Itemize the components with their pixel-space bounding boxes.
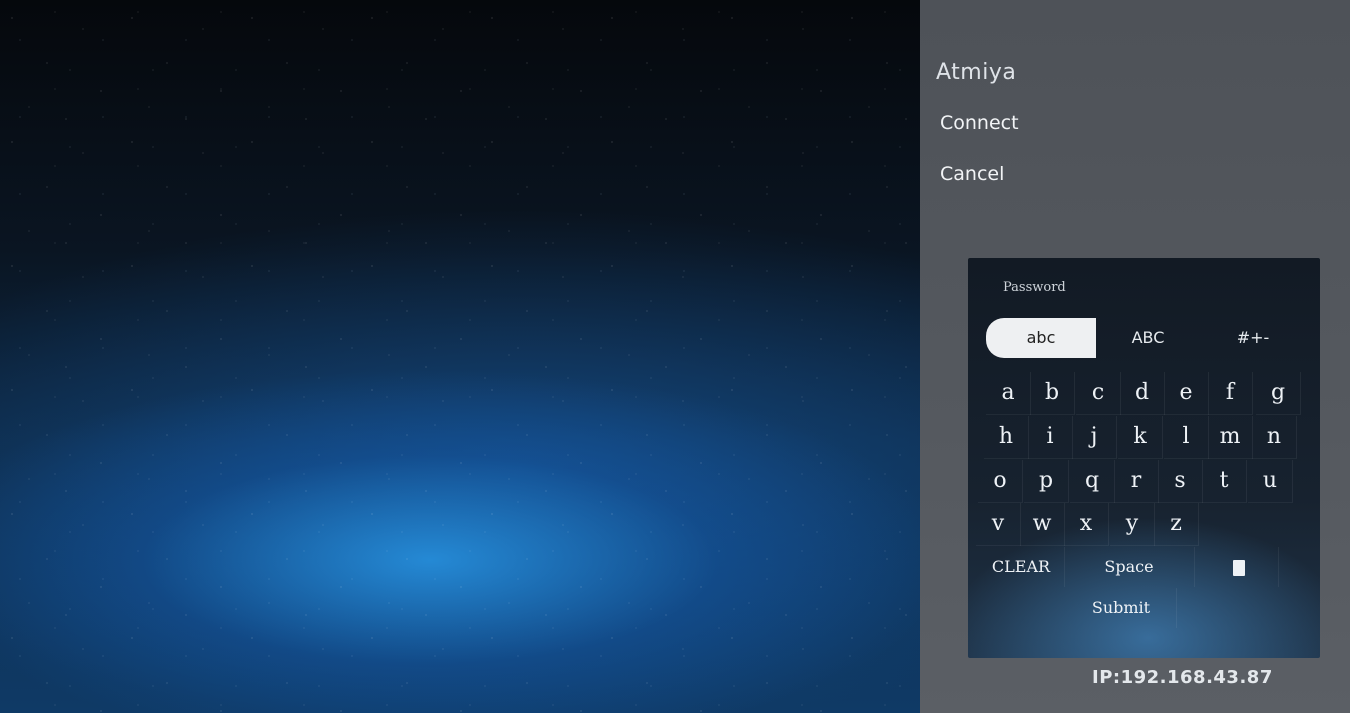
key-z[interactable]: z	[1154, 503, 1199, 546]
key-e[interactable]: e	[1164, 372, 1209, 415]
cancel-menu-item[interactable]: Cancel	[940, 163, 1004, 185]
key-h[interactable]: h	[984, 416, 1029, 459]
key-f[interactable]: f	[1208, 372, 1253, 415]
key-u[interactable]: u	[1248, 460, 1293, 503]
backspace-icon	[1233, 559, 1245, 576]
key-s[interactable]: s	[1158, 460, 1203, 503]
backspace-button[interactable]	[1200, 547, 1279, 587]
key-m[interactable]: m	[1208, 416, 1253, 459]
clear-button[interactable]: CLEAR	[978, 547, 1065, 587]
key-k[interactable]: k	[1118, 416, 1163, 459]
key-t[interactable]: t	[1202, 460, 1247, 503]
connect-menu-item[interactable]: Connect	[940, 112, 1019, 134]
key-i[interactable]: i	[1028, 416, 1073, 459]
key-v[interactable]: v	[976, 503, 1021, 546]
tab-uppercase[interactable]: ABC	[1100, 318, 1196, 358]
key-p[interactable]: p	[1024, 460, 1069, 503]
tab-lowercase[interactable]: abc	[986, 318, 1096, 358]
submit-button[interactable]: Submit	[1066, 588, 1177, 628]
key-j[interactable]: j	[1072, 416, 1117, 459]
key-a[interactable]: a	[986, 372, 1031, 415]
key-r[interactable]: r	[1114, 460, 1159, 503]
key-c[interactable]: c	[1076, 372, 1121, 415]
password-field-label: Password	[1003, 280, 1066, 295]
key-b[interactable]: b	[1030, 372, 1075, 415]
key-w[interactable]: w	[1020, 503, 1065, 546]
network-name: Atmiya	[936, 60, 1017, 85]
key-l[interactable]: l	[1164, 416, 1209, 459]
key-o[interactable]: o	[978, 460, 1023, 503]
key-q[interactable]: q	[1070, 460, 1115, 503]
key-n[interactable]: n	[1252, 416, 1297, 459]
tab-symbols[interactable]: #+-	[1218, 318, 1288, 358]
key-y[interactable]: y	[1110, 503, 1155, 546]
space-button[interactable]: Space	[1064, 547, 1195, 587]
key-d[interactable]: d	[1120, 372, 1165, 415]
key-g[interactable]: g	[1256, 372, 1301, 415]
ip-address-readout: IP:192.168.43.87	[1092, 667, 1273, 688]
key-x[interactable]: x	[1064, 503, 1109, 546]
